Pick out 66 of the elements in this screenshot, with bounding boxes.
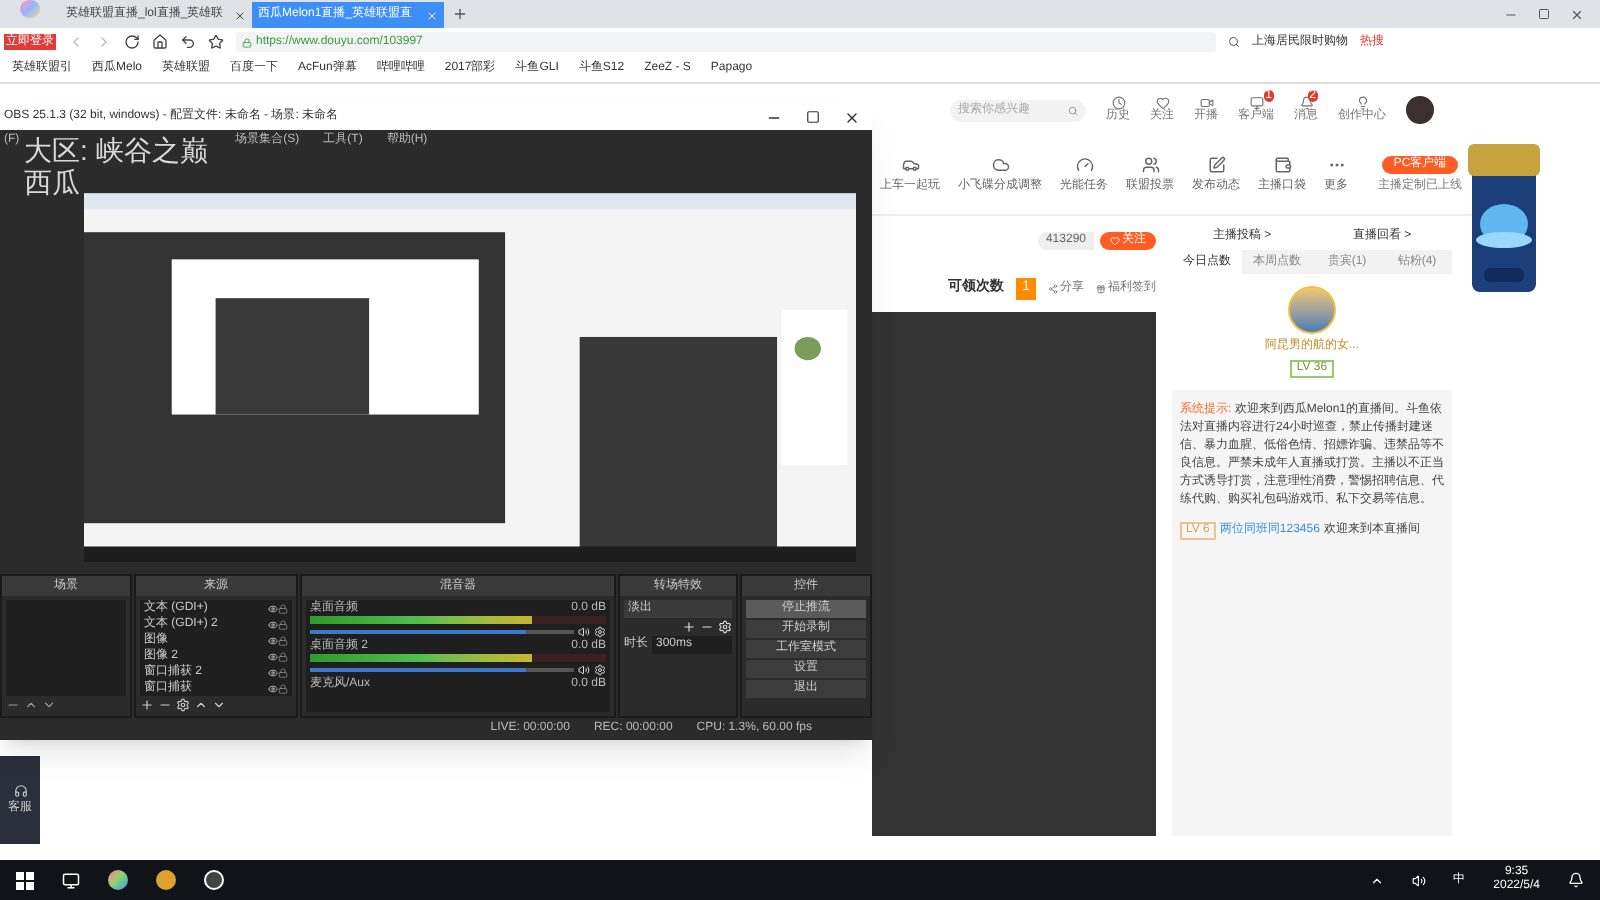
lock-icon xyxy=(242,37,252,47)
tool-icon xyxy=(1141,155,1159,173)
lock-icon[interactable] xyxy=(278,603,288,613)
up-icon[interactable] xyxy=(194,698,208,712)
settings-icon[interactable] xyxy=(594,664,606,676)
lock-icon[interactable] xyxy=(278,651,288,661)
speaker-icon[interactable] xyxy=(578,664,590,676)
settings-icon[interactable] xyxy=(718,620,732,634)
tool-icon xyxy=(1207,155,1225,173)
nav-icon xyxy=(1355,96,1369,110)
nav-icon xyxy=(1111,96,1125,110)
add-icon[interactable] xyxy=(682,620,696,634)
fan-avatar[interactable] xyxy=(1288,286,1336,334)
eye-icon[interactable] xyxy=(268,683,278,693)
lock-icon[interactable] xyxy=(278,635,288,645)
share-icon xyxy=(1048,283,1058,294)
remove-icon[interactable] xyxy=(158,698,172,712)
down-icon[interactable] xyxy=(42,698,56,712)
up-icon[interactable] xyxy=(24,698,38,712)
maximize-icon[interactable] xyxy=(806,110,820,124)
nav-icon xyxy=(1155,96,1169,110)
lock-icon[interactable] xyxy=(278,683,288,693)
tray-chevron-icon[interactable] xyxy=(1369,873,1384,887)
gift-icon xyxy=(1096,283,1106,294)
avatar[interactable] xyxy=(1406,96,1434,124)
nav-icon xyxy=(1199,96,1213,110)
search-icon xyxy=(1068,105,1078,115)
tool-icon xyxy=(901,155,919,173)
lock-icon[interactable] xyxy=(278,667,288,677)
close-icon[interactable] xyxy=(234,9,246,21)
speaker-icon[interactable] xyxy=(578,626,590,638)
new-tab-icon[interactable] xyxy=(452,6,468,22)
remove-icon[interactable] xyxy=(700,620,714,634)
close-icon[interactable] xyxy=(844,109,860,125)
eye-icon[interactable] xyxy=(268,603,278,613)
start-icon[interactable] xyxy=(16,871,34,889)
speaker-icon[interactable] xyxy=(1411,873,1426,887)
undo-icon[interactable] xyxy=(180,34,196,50)
tool-icon xyxy=(1273,155,1291,173)
down-icon[interactable] xyxy=(212,698,226,712)
eye-icon[interactable] xyxy=(268,651,278,661)
tool-icon xyxy=(1075,155,1093,173)
reload-icon[interactable] xyxy=(124,34,140,50)
browser-taskbar-icon[interactable] xyxy=(108,870,128,890)
maximize-icon[interactable] xyxy=(1538,8,1550,20)
task-view-icon[interactable] xyxy=(62,871,80,889)
close-icon[interactable] xyxy=(1570,8,1584,22)
app-taskbar-icon[interactable] xyxy=(156,870,176,890)
star-icon[interactable] xyxy=(208,34,224,50)
nav-icon xyxy=(1249,96,1263,110)
home-icon[interactable] xyxy=(152,34,168,50)
add-icon[interactable] xyxy=(140,698,154,712)
tool-icon xyxy=(991,155,1009,173)
eye-icon[interactable] xyxy=(268,619,278,629)
heart-icon xyxy=(1110,236,1120,246)
lock-icon[interactable] xyxy=(278,619,288,629)
eye-icon[interactable] xyxy=(268,635,278,645)
overlay-text: 西瓜 xyxy=(24,166,80,198)
nav-icon xyxy=(1299,96,1313,110)
overlay-text: 大区: 峡谷之巅 xyxy=(24,134,208,166)
notification-icon[interactable] xyxy=(1568,872,1584,888)
settings-icon[interactable] xyxy=(594,626,606,638)
eye-icon[interactable] xyxy=(268,667,278,677)
headset-icon xyxy=(13,783,27,797)
search-icon[interactable] xyxy=(1228,36,1240,48)
settings-icon[interactable] xyxy=(176,698,190,712)
